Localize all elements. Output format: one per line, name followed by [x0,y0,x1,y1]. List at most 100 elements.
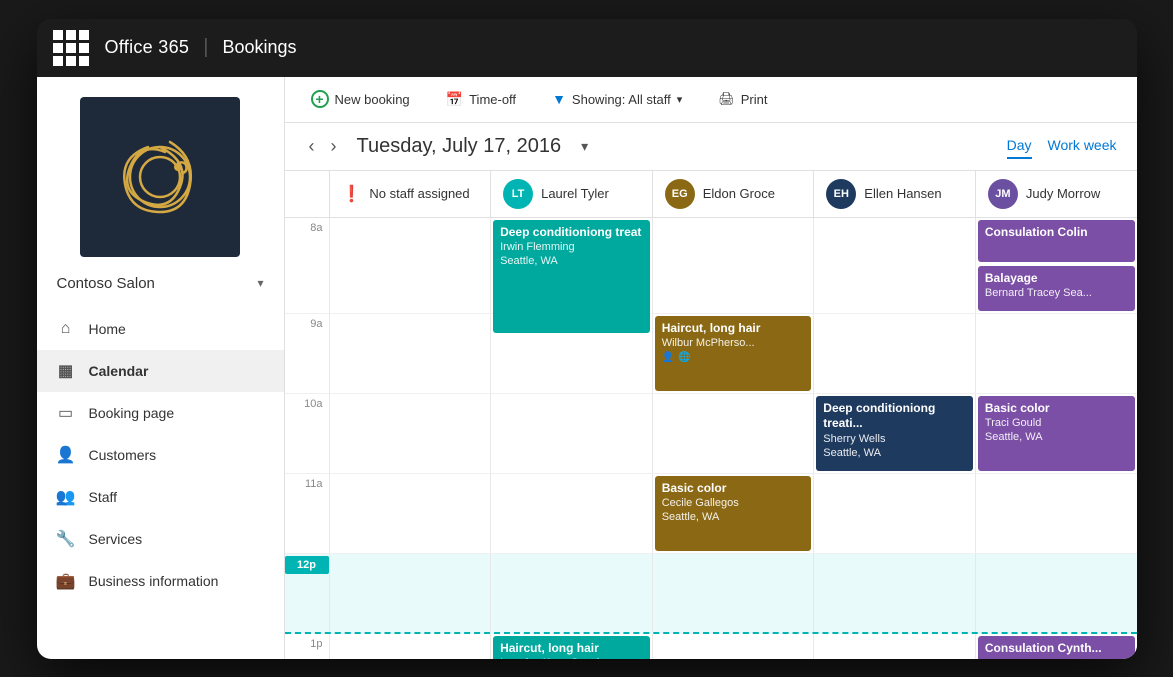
booking-basic-jm[interactable]: Basic color Traci Gould Seattle, WA [978,396,1135,471]
waffle-icon[interactable] [53,30,89,66]
new-booking-label: New booking [335,92,410,107]
business-name-selector[interactable]: Contoso Salon ▾ [37,267,284,308]
print-icon: 🖨 [718,91,735,107]
calendar-date-label: Tuesday, July 17, 2016 [357,135,562,158]
booking-balayage-jm[interactable]: Balayage Bernard Tracey Sea... [978,266,1135,311]
cell-8a-1: Deep conditioniong treat Irwin Flemming … [490,218,652,313]
avatar-eg: EG [665,179,695,209]
staff-icon: 👥 [57,488,75,506]
cell-1p-1: Haircut, long hair Lourdes Knox Seattl..… [490,634,652,659]
booking-consulation-jm-1p[interactable]: Consulation Cynth... [978,636,1135,659]
user-icon: 👤 [662,352,674,363]
date-chevron-icon: ▾ [581,138,588,155]
booking-consulation-jm[interactable]: Consulation Colin [978,220,1135,262]
calendar-header: ‹ › Tuesday, July 17, 2016 ▾ Day Work we… [285,123,1137,171]
wrench-icon: 🔧 [57,530,75,548]
staff-lt-label: Laurel Tyler [541,186,609,201]
top-bar: Office 365 | Bookings [37,19,1137,77]
nav-label-business-info: Business information [89,573,219,589]
sidebar-item-booking-page[interactable]: ▭ Booking page [37,392,284,434]
cell-12p-1 [490,554,652,632]
filter-button[interactable]: ▼ Showing: All staff ▾ [546,87,688,111]
cell-8a-2 [652,218,814,313]
calendar-nav: ‹ › Tuesday, July 17, 2016 ▾ [305,132,589,161]
avatar-eh: EH [826,179,856,209]
title-separator: | [203,36,208,59]
filter-chevron-icon: ▾ [677,93,683,106]
time-label-11a: 11a [285,474,329,553]
staff-row: ❗ No staff assigned LT Laurel Tyler EG [285,171,1137,218]
booking-deep-eh[interactable]: Deep conditioniong treati... Sherry Well… [816,396,973,471]
sidebar-item-customers[interactable]: 👤 Customers [37,434,284,476]
sidebar-item-home[interactable]: ⌂ Home [37,308,284,350]
time-row-9a: 9a Haircut, long hair Wilbur McPherso...… [285,314,1137,394]
initials-eh: EH [834,188,849,200]
initials-lt: LT [512,188,525,200]
staff-eh: EH Ellen Hansen [813,171,975,217]
device-frame: Office 365 | Bookings [37,19,1137,659]
next-button[interactable]: › [327,132,341,161]
cell-9a-2: Haircut, long hair Wilbur McPherso... 👤 … [652,314,814,393]
monitor-icon: ▭ [57,404,75,422]
staff-jm-label: Judy Morrow [1026,186,1100,201]
content-area: + New booking 📅 Time-off ▼ Showing: All … [285,77,1137,659]
time-off-label: Time-off [469,92,516,107]
cell-10a-4: Basic color Traci Gould Seattle, WA [975,394,1137,473]
showing-label: Showing: All staff [572,92,671,107]
nav-label-calendar: Calendar [89,363,149,379]
cell-12p-2 [652,554,814,632]
calendar-grid: ❗ No staff assigned LT Laurel Tyler EG [285,171,1137,659]
brand-title: Office 365 [105,37,190,58]
cell-11a-0 [329,474,491,553]
time-row-11a: 11a Basic color Cecile Gallegos Seattle,… [285,474,1137,554]
initials-jm: JM [995,188,1010,200]
cell-10a-0 [329,394,491,473]
sidebar-item-business-info[interactable]: 💼 Business information [37,560,284,602]
customers-icon: 👤 [57,446,75,464]
cell-11a-2: Basic color Cecile Gallegos Seattle, WA [652,474,814,553]
sidebar-item-staff[interactable]: 👥 Staff [37,476,284,518]
nav-label-services: Services [89,531,143,547]
cell-8a-0 [329,218,491,313]
sidebar-item-services[interactable]: 🔧 Services [37,518,284,560]
warning-icon: ❗ [342,184,362,204]
cell-11a-3 [813,474,975,553]
print-label: Print [741,92,768,107]
time-row-10a: 10a Deep conditioniong treati... Sherry … [285,394,1137,474]
new-booking-button[interactable]: + New booking [305,86,416,112]
time-label-9a: 9a [285,314,329,393]
cell-8a-4: Consulation Colin Balayage Bernard Trace… [975,218,1137,313]
toolbar: + New booking 📅 Time-off ▼ Showing: All … [285,77,1137,123]
staff-eh-label: Ellen Hansen [864,186,941,201]
time-label-12p: 12p [285,556,329,574]
staff-unassigned-label: No staff assigned [369,186,469,201]
booking-basic-eg[interactable]: Basic color Cecile Gallegos Seattle, WA [655,476,812,551]
business-name-label: Contoso Salon [57,275,155,292]
filter-icon: ▼ [552,91,566,107]
time-label-8a: 8a [285,218,329,313]
cell-12p-0 [329,554,491,632]
prev-button[interactable]: ‹ [305,132,319,161]
view-tabs: Day Work week [1007,133,1117,159]
cell-1p-2 [652,634,814,659]
nav-label-booking-page: Booking page [89,405,175,421]
time-label-1p: 1p [285,634,329,659]
avatar-lt: LT [503,179,533,209]
booking-haircut-eg[interactable]: Haircut, long hair Wilbur McPherso... 👤 … [655,316,812,391]
sidebar-item-calendar[interactable]: ▦ Calendar [37,350,284,392]
time-grid: 8a Deep conditioniong treat Irwin Flemmi… [285,218,1137,659]
time-row-8a: 8a Deep conditioniong treat Irwin Flemmi… [285,218,1137,314]
avatar-jm: JM [988,179,1018,209]
time-off-button[interactable]: 📅 Time-off [440,87,522,112]
nav-label-customers: Customers [89,447,157,463]
sidebar-nav: ⌂ Home ▦ Calendar ▭ Booking page 👤 Custo… [37,308,284,659]
print-button[interactable]: 🖨 Print [712,87,773,111]
staff-lt: LT Laurel Tyler [490,171,652,217]
tab-day[interactable]: Day [1007,133,1032,159]
sidebar: Contoso Salon ▾ ⌂ Home ▦ Calendar ▭ Book… [37,77,285,659]
cell-1p-4: Consulation Cynth... [975,634,1137,659]
business-logo [80,97,240,257]
cell-1p-0 [329,634,491,659]
booking-haircut-lt-1p[interactable]: Haircut, long hair Lourdes Knox Seattl..… [493,636,650,659]
tab-work-week[interactable]: Work week [1048,133,1117,159]
